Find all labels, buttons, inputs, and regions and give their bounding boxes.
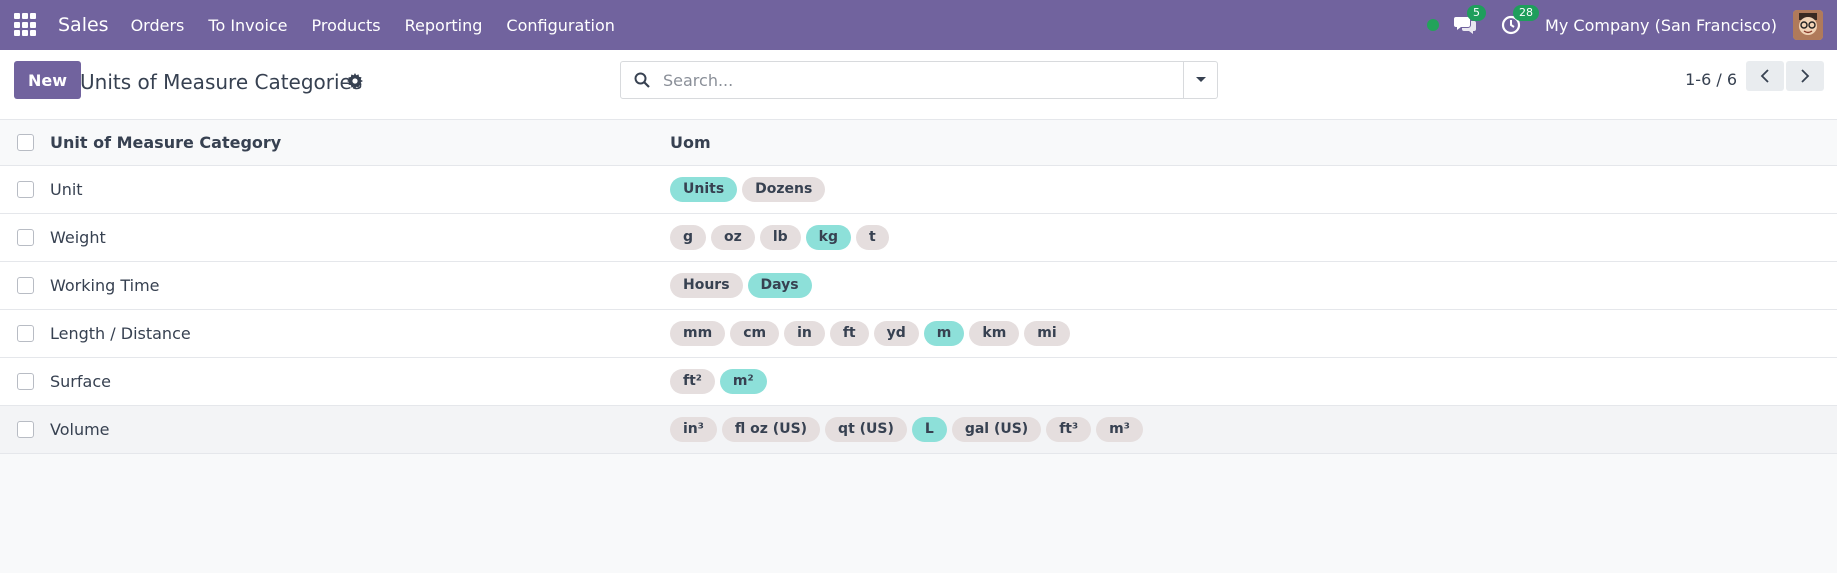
uom-tag: Hours (670, 273, 743, 298)
menu-reporting[interactable]: Reporting (405, 16, 483, 35)
search-options-toggle[interactable] (1183, 62, 1217, 98)
pager-next-button[interactable] (1786, 61, 1824, 91)
uom-tag: mm (670, 321, 726, 346)
messages-button[interactable]: 5 (1453, 5, 1487, 37)
uom-tag: t (855, 225, 889, 250)
table-header: Unit of Measure Category Uom (0, 120, 1837, 166)
uom-tags: mm cm in ft yd m km mi (670, 321, 1837, 346)
select-all-checkbox[interactable] (16, 134, 34, 151)
row-checkbox[interactable] (16, 373, 34, 390)
app-brand[interactable]: Sales (58, 14, 109, 36)
uom-tag: cm (730, 321, 780, 346)
column-header-uom[interactable]: Uom (670, 133, 1837, 152)
search-input[interactable] (663, 70, 1183, 90)
chevron-right-icon (1801, 69, 1810, 83)
app-grid-icon[interactable] (14, 13, 38, 37)
uom-tag: ft (829, 321, 869, 346)
uom-tag: m² (719, 369, 767, 394)
row-checkbox[interactable] (16, 277, 34, 294)
row-checkbox[interactable] (16, 325, 34, 342)
uom-tags: g oz lb kg t (670, 225, 1837, 250)
uom-tag: yd (873, 321, 919, 346)
uom-tag: in³ (670, 417, 717, 442)
avatar-face-icon (1793, 10, 1823, 40)
user-avatar[interactable] (1793, 10, 1823, 40)
menu-configuration[interactable]: Configuration (506, 16, 615, 35)
column-header-category[interactable]: Unit of Measure Category (50, 133, 670, 152)
main-menu: Orders To Invoice Products Reporting Con… (131, 16, 639, 35)
table-row[interactable]: Surface ft² m² (0, 358, 1837, 406)
uom-category-list: Unit of Measure Category Uom Unit Units … (0, 120, 1837, 454)
menu-orders[interactable]: Orders (131, 16, 185, 35)
pager-value[interactable]: 1-6 / 6 (1685, 70, 1737, 89)
category-name: Weight (50, 228, 106, 247)
uom-tag: lb (759, 225, 801, 250)
uom-tag: kg (805, 225, 851, 250)
menu-products[interactable]: Products (312, 16, 381, 35)
menu-to-invoice[interactable]: To Invoice (208, 16, 287, 35)
uom-tag: ft² (670, 369, 715, 394)
activities-count-badge: 28 (1513, 5, 1540, 21)
messages-count-badge: 5 (1467, 5, 1487, 21)
uom-tag: g (670, 225, 707, 250)
row-checkbox[interactable] (16, 421, 34, 438)
company-switcher[interactable]: My Company (San Francisco) (1545, 16, 1777, 35)
uom-tag: km (969, 321, 1020, 346)
uom-tag: gal (US) (951, 417, 1042, 442)
uom-tag: m³ (1096, 417, 1143, 442)
chevron-left-icon (1760, 69, 1769, 83)
uom-tags: ft² m² (670, 369, 1837, 394)
uom-tags: Hours Days (670, 273, 1837, 298)
navbar-systray: 5 28 My Company (San Francisco) (1427, 5, 1823, 40)
category-name: Working Time (50, 276, 160, 295)
uom-tag: m (923, 321, 965, 346)
table-row[interactable]: Weight g oz lb kg t (0, 214, 1837, 262)
table-row[interactable]: Unit Units Dozens (0, 166, 1837, 214)
uom-tag: in (784, 321, 825, 346)
uom-tag: qt (US) (825, 417, 907, 442)
uom-tag: Days (747, 273, 812, 298)
control-panel: New Units of Measure Categories 1-6 / 6 (0, 50, 1837, 120)
search-bar (620, 61, 1218, 99)
table-row[interactable]: Length / Distance mm cm in ft yd m km mi (0, 310, 1837, 358)
uom-tag: Units (670, 177, 738, 202)
gear-icon[interactable] (347, 73, 363, 89)
category-name: Surface (50, 372, 111, 391)
uom-tag: fl oz (US) (721, 417, 821, 442)
uom-tags: Units Dozens (670, 177, 1837, 202)
category-name: Length / Distance (50, 324, 191, 343)
online-status-icon (1427, 19, 1440, 31)
uom-tag: ft³ (1046, 417, 1092, 442)
table-row[interactable]: Volume in³ fl oz (US) qt (US) L gal (US)… (0, 406, 1837, 454)
activities-button[interactable]: 28 (1499, 5, 1540, 37)
empty-list-area (0, 454, 1837, 557)
row-checkbox[interactable] (16, 181, 34, 198)
uom-tag: L (911, 417, 947, 442)
row-checkbox[interactable] (16, 229, 34, 246)
search-icon (634, 72, 650, 88)
category-name: Volume (50, 420, 110, 439)
uom-tag: mi (1024, 321, 1070, 346)
table-row[interactable]: Working Time Hours Days (0, 262, 1837, 310)
pager-previous-button[interactable] (1746, 61, 1784, 91)
uom-tag: oz (711, 225, 755, 250)
category-name: Unit (50, 180, 83, 199)
page-title: Units of Measure Categories (80, 70, 363, 94)
uom-tag: Dozens (742, 177, 826, 202)
uom-tags: in³ fl oz (US) qt (US) L gal (US) ft³ m³ (670, 417, 1837, 442)
new-button[interactable]: New (14, 61, 82, 99)
caret-down-icon (1195, 77, 1206, 82)
top-navbar: Sales Orders To Invoice Products Reporti… (0, 0, 1837, 50)
